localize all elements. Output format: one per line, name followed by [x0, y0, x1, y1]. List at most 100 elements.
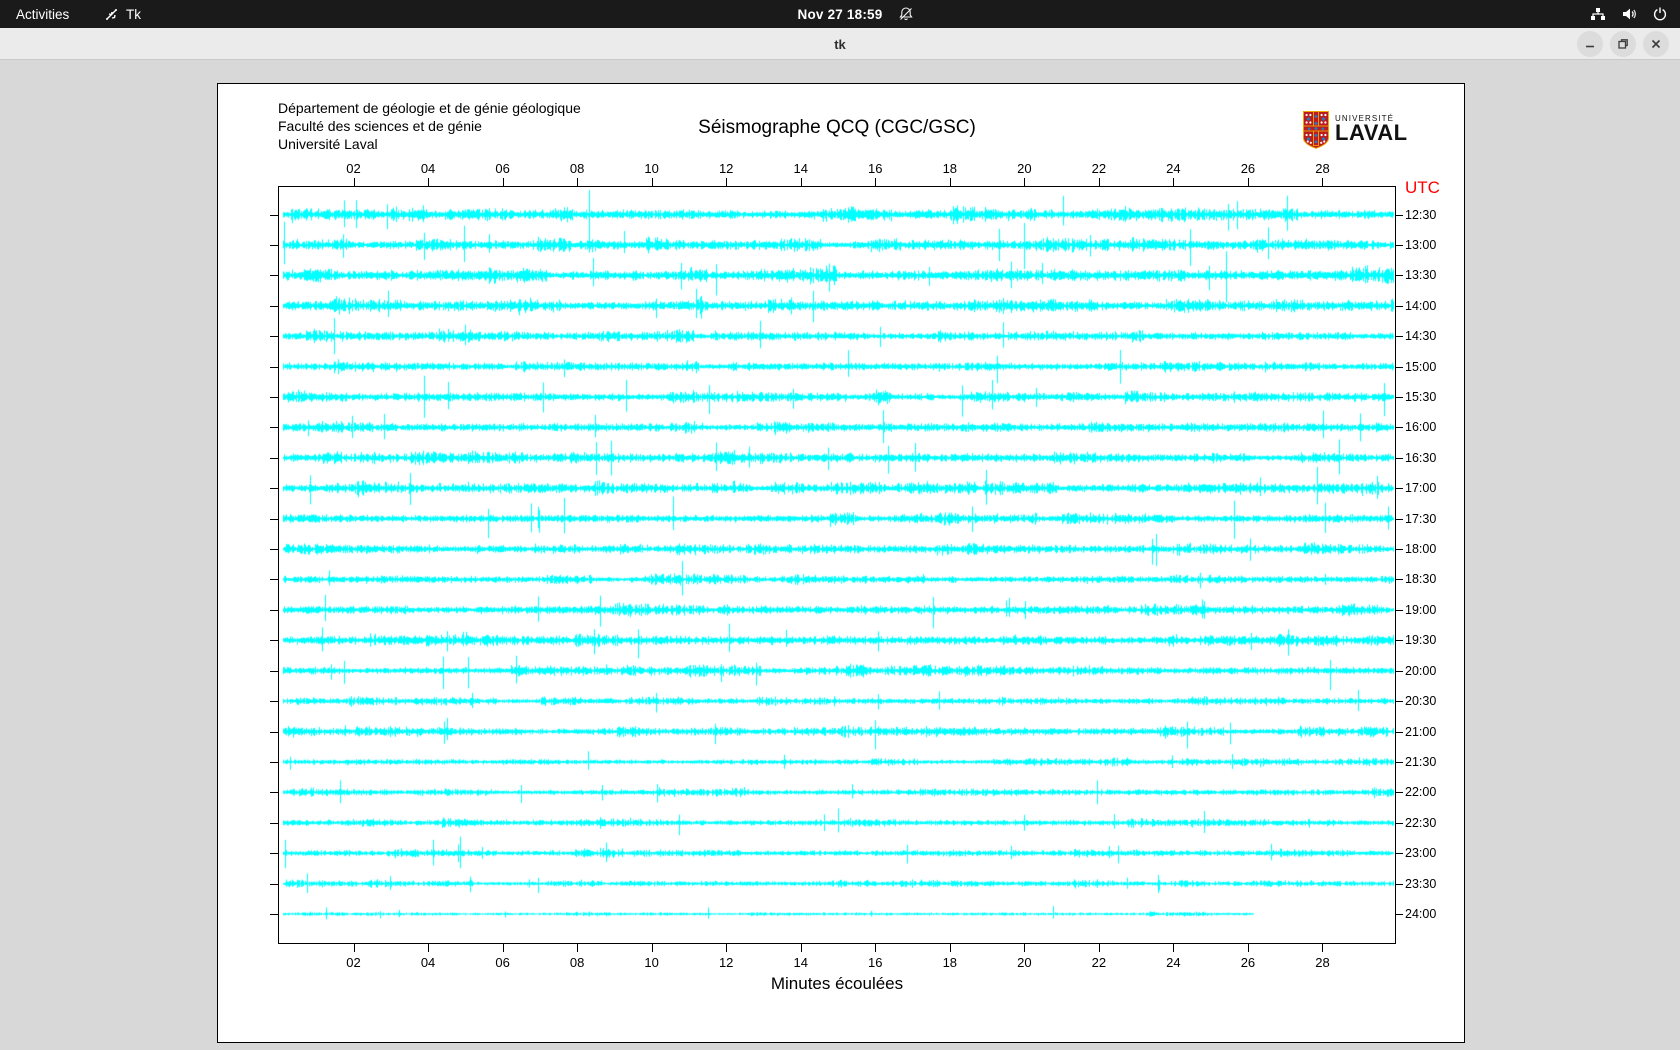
x-tick [1247, 944, 1249, 952]
time-label: 21:30 [1405, 754, 1437, 769]
x-tick-label: 16 [868, 955, 883, 970]
x-tick [353, 178, 355, 186]
x-tick-label: 14 [793, 161, 808, 176]
trace-tick [270, 244, 278, 246]
trace-tick [270, 549, 278, 551]
time-label: 19:30 [1405, 633, 1437, 648]
x-tick [428, 944, 430, 952]
x-tick-label: 10 [644, 955, 659, 970]
trace-tick [1396, 244, 1403, 246]
clock[interactable]: Nov 27 18:59 [0, 0, 1680, 28]
trace-tick [1396, 640, 1403, 642]
x-tick [726, 944, 728, 952]
time-label: 19:00 [1405, 602, 1437, 617]
x-tick [1322, 178, 1324, 186]
time-label: 18:30 [1405, 572, 1437, 587]
time-label: 14:00 [1405, 298, 1437, 313]
x-tick [577, 178, 579, 186]
x-tick-label: 28 [1315, 955, 1330, 970]
utc-axis-label: UTC [1405, 178, 1440, 197]
x-tick [428, 178, 430, 186]
x-tick-label: 26 [1240, 161, 1256, 176]
time-label: 22:00 [1405, 785, 1437, 800]
maximize-button[interactable] [1610, 31, 1636, 57]
x-tick-label: 14 [793, 955, 808, 970]
time-label: 18:00 [1405, 542, 1437, 557]
chart-title: Séismographe QCQ (CGC/GSC) [698, 117, 976, 138]
time-label: 16:00 [1405, 420, 1437, 435]
trace-tick [270, 913, 278, 915]
x-tick-label: 12 [718, 955, 734, 970]
minimize-button[interactable] [1577, 31, 1603, 57]
x-tick-label: 22 [1091, 161, 1107, 176]
time-label: 15:30 [1405, 389, 1437, 404]
trace-tick [270, 883, 278, 885]
x-tick-label: 22 [1091, 955, 1107, 970]
trace-tick [1396, 518, 1403, 520]
x-tick [726, 178, 728, 186]
x-tick-label: 06 [495, 161, 510, 176]
system-status-area[interactable] [1590, 0, 1668, 28]
x-tick-label: 12 [718, 161, 734, 176]
laval-shield-icon [1303, 111, 1329, 154]
seismogram-plot: UTC 02 02 04 04 06 06 08 08 10 10 12 12 14 14 16 16 18 18… [270, 161, 1440, 970]
x-tick [1247, 178, 1249, 186]
close-icon[interactable] [1643, 31, 1669, 57]
notifications-muted-icon [897, 5, 915, 23]
x-tick-label: 24 [1166, 161, 1181, 176]
window-titlebar[interactable]: tk [0, 28, 1680, 60]
trace-tick [1396, 792, 1403, 794]
trace-tick [1396, 579, 1403, 581]
time-label: 12:30 [1405, 207, 1437, 222]
time-label: 13:00 [1405, 237, 1437, 252]
trace-tick [270, 336, 278, 338]
x-tick [875, 178, 877, 186]
trace-tick [270, 670, 278, 672]
trace-tick [1396, 457, 1403, 459]
trace-tick [270, 731, 278, 733]
x-tick-label: 18 [942, 161, 958, 176]
time-label: 20:00 [1405, 663, 1437, 678]
trace-tick [1396, 883, 1403, 885]
time-label: 24:00 [1405, 906, 1437, 921]
volume-icon [1621, 6, 1637, 22]
trace-tick [1396, 275, 1403, 277]
power-icon [1652, 6, 1668, 22]
time-label: 16:30 [1405, 450, 1437, 465]
trace-tick [1396, 913, 1403, 915]
time-label: 17:30 [1405, 511, 1437, 526]
network-wired-icon [1590, 6, 1606, 22]
trace-tick [270, 701, 278, 703]
x-tick [1098, 178, 1100, 186]
time-label: 23:00 [1405, 846, 1437, 861]
x-tick-label: 24 [1166, 955, 1181, 970]
x-tick [1173, 178, 1175, 186]
time-label: 15:00 [1405, 359, 1437, 374]
x-tick [651, 944, 653, 952]
trace-tick [270, 609, 278, 611]
x-tick-label: 20 [1017, 161, 1032, 176]
x-tick [1322, 944, 1324, 952]
seismogram-traces [279, 187, 1397, 945]
top-bar: Activities Tk Nov 27 18:59 [0, 0, 1680, 28]
tk-window-body: Département de géologie et de génie géol… [0, 60, 1680, 1050]
trace-tick [270, 792, 278, 794]
x-tick [949, 178, 951, 186]
trace-tick [270, 457, 278, 459]
time-label: 20:30 [1405, 694, 1437, 709]
x-tick [1173, 944, 1175, 952]
trace-tick [270, 427, 278, 429]
x-tick-label: 06 [495, 955, 510, 970]
x-tick [651, 178, 653, 186]
trace-tick [270, 396, 278, 398]
trace-tick [1396, 761, 1403, 763]
trace-tick [270, 518, 278, 520]
trace-tick [1396, 670, 1403, 672]
trace-tick [1396, 366, 1403, 368]
trace-tick [270, 275, 278, 277]
x-tick-label: 16 [868, 161, 883, 176]
x-tick [353, 944, 355, 952]
x-tick-label: 02 [346, 161, 361, 176]
x-tick [577, 944, 579, 952]
trace-tick [1396, 609, 1403, 611]
